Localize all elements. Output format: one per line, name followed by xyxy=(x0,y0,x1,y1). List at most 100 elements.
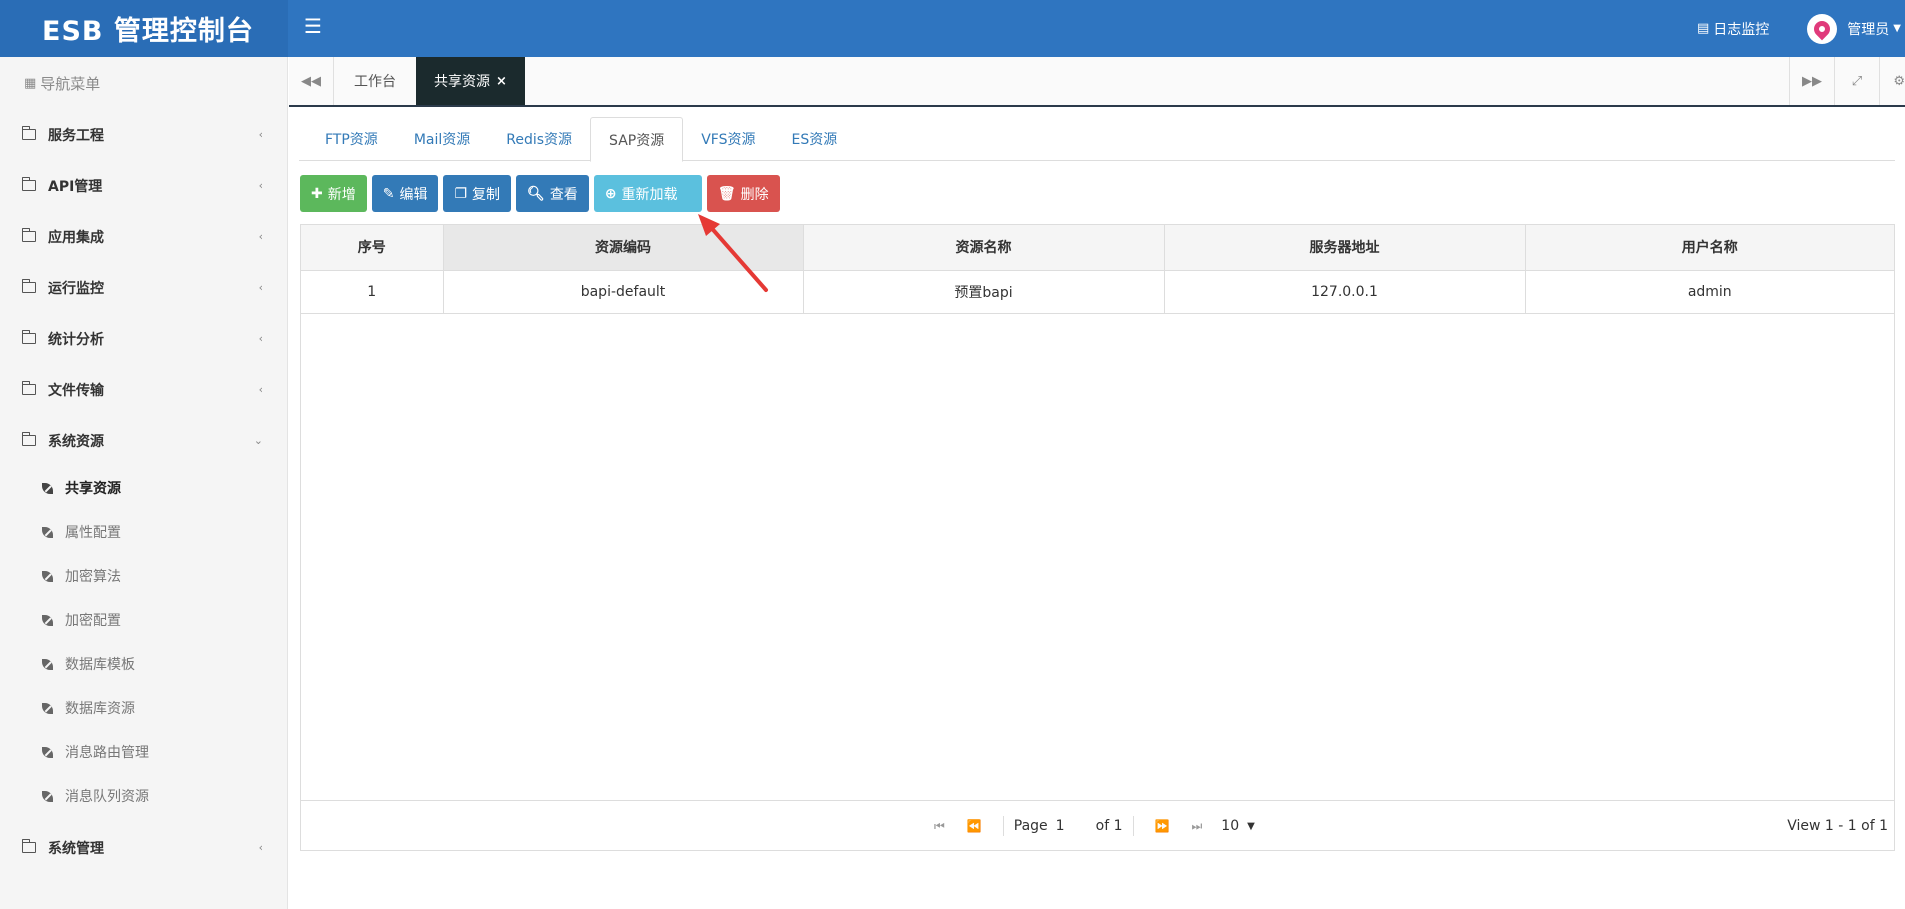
view-button[interactable]: 🔍︎ 查看 xyxy=(516,175,589,212)
page-label: Page xyxy=(1013,818,1048,834)
divider xyxy=(1132,816,1134,836)
sidebar-subitem-label: 加密配置 xyxy=(65,613,121,629)
resource-tabs: FTP资源 Mail资源 Redis资源 SAP资源 VFS资源 ES资源 xyxy=(299,117,1895,162)
leaf-icon xyxy=(42,658,53,670)
col-header-server[interactable]: 服务器地址 xyxy=(1164,225,1526,271)
sidebar-subitem-message-queue[interactable]: 消息队列资源 xyxy=(0,774,287,818)
sidebar-item-label: 运行监控 xyxy=(48,280,104,297)
grid-icon: ▦ xyxy=(24,75,37,91)
sidebar-item-monitoring[interactable]: 运行监控 ‹ xyxy=(0,262,287,313)
user-name: 管理员 xyxy=(1847,21,1890,38)
pager: ⏮ ⏪ Page of 1 ⏩ ⏭ 10 ▼ View 1 - 1 of 1 xyxy=(301,800,1894,850)
sidebar-subitem-db-resources[interactable]: 数据库资源 xyxy=(0,686,287,730)
col-header-index[interactable]: 序号 xyxy=(301,225,444,271)
page-tabs-bar: ◀◀ 工作台 共享资源 × ▶▶ ⤢ ⚙ xyxy=(289,57,1905,107)
sidebar-item-file-transfer[interactable]: 文件传输 ‹ xyxy=(0,364,287,415)
sidebar-subitem-label: 属性配置 xyxy=(65,525,121,541)
sidebar-subitem-encryption-config[interactable]: 加密配置 xyxy=(0,598,287,642)
chevron-left-icon: ‹ xyxy=(258,230,263,243)
sidebar-item-app-integration[interactable]: 应用集成 ‹ xyxy=(0,211,287,262)
col-header-name[interactable]: 资源名称 xyxy=(803,225,1165,271)
data-table: 序号 资源编码 资源名称 服务器地址 用户名称 1 bapi-default 预… xyxy=(301,225,1894,314)
sidebar-item-system-resources[interactable]: 系统资源 ⌄ xyxy=(0,415,287,466)
table-header-row: 序号 资源编码 资源名称 服务器地址 用户名称 xyxy=(301,225,1894,271)
tab-mail[interactable]: Mail资源 xyxy=(396,117,488,161)
last-page-icon[interactable]: ⏭ xyxy=(1191,819,1202,834)
caret-down-icon: ▼ xyxy=(1893,23,1901,34)
col-header-user[interactable]: 用户名称 xyxy=(1525,225,1894,271)
tab-shared-resources[interactable]: 共享资源 × xyxy=(416,57,525,105)
gear-icon[interactable]: ⚙ xyxy=(1879,57,1905,105)
sidebar: ▦ 导航菜单 服务工程 ‹ API管理 ‹ 应用集成 ‹ 运行监控 ‹ 统计分析… xyxy=(0,57,288,909)
reload-icon: ⊕ xyxy=(604,185,617,202)
tab-sap[interactable]: SAP资源 xyxy=(590,117,684,162)
cell-user: admin xyxy=(1525,270,1894,314)
tab-redis[interactable]: Redis资源 xyxy=(488,117,590,161)
view-button-label: 查看 xyxy=(549,186,578,203)
tab-ftp[interactable]: FTP资源 xyxy=(307,117,396,161)
leaf-icon xyxy=(42,702,53,714)
sidebar-subitem-label: 加密算法 xyxy=(65,569,121,585)
tab-workbench[interactable]: 工作台 xyxy=(334,57,416,105)
sidebar-item-system-management[interactable]: 系统管理 ‹ xyxy=(0,822,287,873)
sidebar-subitem-shared-resources[interactable]: 共享资源 xyxy=(0,466,287,510)
tabs-scroll-right-icon[interactable]: ▶▶ xyxy=(1789,57,1834,105)
edit-icon: ✎ xyxy=(382,185,395,202)
reload-button[interactable]: ⊕ 重新加载 xyxy=(593,175,702,212)
top-right-area: ▤ 日志监控 管理员 ▼ xyxy=(1697,0,1905,57)
sidebar-item-api[interactable]: API管理 ‹ xyxy=(0,160,287,211)
sidebar-item-label: 系统资源 xyxy=(48,433,104,450)
folder-icon xyxy=(21,126,36,140)
next-page-icon[interactable]: ⏩ xyxy=(1155,819,1170,833)
resource-table: 序号 资源编码 资源名称 服务器地址 用户名称 1 bapi-default 预… xyxy=(300,224,1895,851)
leaf-icon xyxy=(42,790,53,802)
hamburger-icon[interactable]: ☰ xyxy=(304,14,322,38)
tab-vfs[interactable]: VFS资源 xyxy=(683,117,773,161)
close-icon[interactable]: × xyxy=(496,74,507,89)
sidebar-item-statistics[interactable]: 统计分析 ‹ xyxy=(0,313,287,364)
toolbar: ✚ 新增 ✎ 编辑 ❐ 复制 🔍︎ 查看 ⊕ 重新加载 🗑︎ 删除 xyxy=(300,175,780,212)
edit-button[interactable]: ✎ 编辑 xyxy=(371,175,439,212)
sidebar-subitem-db-template[interactable]: 数据库模板 xyxy=(0,642,287,686)
location-pin-icon xyxy=(1810,17,1834,40)
chevron-left-icon: ‹ xyxy=(258,281,263,294)
folder-icon xyxy=(21,432,36,446)
leaf-icon xyxy=(42,614,53,626)
sidebar-subitem-message-routing[interactable]: 消息路由管理 xyxy=(0,730,287,774)
leaf-icon xyxy=(42,482,53,494)
chevron-left-icon: ‹ xyxy=(258,383,263,396)
page-size-value: 10 xyxy=(1221,818,1240,834)
edit-button-label: 编辑 xyxy=(399,186,428,203)
chevron-left-icon: ‹ xyxy=(258,128,263,141)
user-menu[interactable]: 管理员 ▼ xyxy=(1807,13,1901,44)
pager-controls: ⏮ ⏪ Page of 1 ⏩ ⏭ 10 ▼ xyxy=(923,801,1255,851)
log-monitor-link[interactable]: ▤ 日志监控 xyxy=(1697,19,1769,39)
fullscreen-icon[interactable]: ⤢ xyxy=(1834,57,1879,105)
sidebar-subitem-label: 消息路由管理 xyxy=(65,745,149,761)
sidebar-item-service-project[interactable]: 服务工程 ‹ xyxy=(0,109,287,160)
sidebar-item-label: 文件传输 xyxy=(48,382,104,399)
nav-header: ▦ 导航菜单 xyxy=(0,57,287,109)
tabs-scroll-left-icon[interactable]: ◀◀ xyxy=(289,57,334,105)
trash-icon: 🗑︎ xyxy=(717,185,736,202)
sidebar-subitem-property-config[interactable]: 属性配置 xyxy=(0,510,287,554)
sidebar-subitem-label: 数据库模板 xyxy=(65,657,135,673)
delete-button[interactable]: 🗑︎ 删除 xyxy=(706,175,780,212)
sidebar-subitem-encryption-algorithm[interactable]: 加密算法 xyxy=(0,554,287,598)
folder-icon xyxy=(21,279,36,293)
copy-button[interactable]: ❐ 复制 xyxy=(443,175,512,212)
avatar xyxy=(1807,13,1838,44)
add-button[interactable]: ✚ 新增 xyxy=(300,175,367,212)
prev-page-icon[interactable]: ⏪ xyxy=(967,819,982,833)
page-number-input[interactable] xyxy=(1055,815,1096,837)
app-title: ESB 管理控制台 xyxy=(0,0,288,57)
tab-es[interactable]: ES资源 xyxy=(774,117,856,161)
sidebar-item-label: 系统管理 xyxy=(48,840,104,857)
annotation-arrow xyxy=(698,214,768,292)
chevron-down-icon: ▼ xyxy=(1247,820,1255,832)
folder-icon xyxy=(21,381,36,395)
table-row[interactable]: 1 bapi-default 预置bapi 127.0.0.1 admin xyxy=(301,270,1894,314)
first-page-icon[interactable]: ⏮ xyxy=(934,819,945,834)
sidebar-item-label: 服务工程 xyxy=(48,127,104,144)
page-size-select[interactable]: 10 ▼ xyxy=(1221,818,1255,834)
